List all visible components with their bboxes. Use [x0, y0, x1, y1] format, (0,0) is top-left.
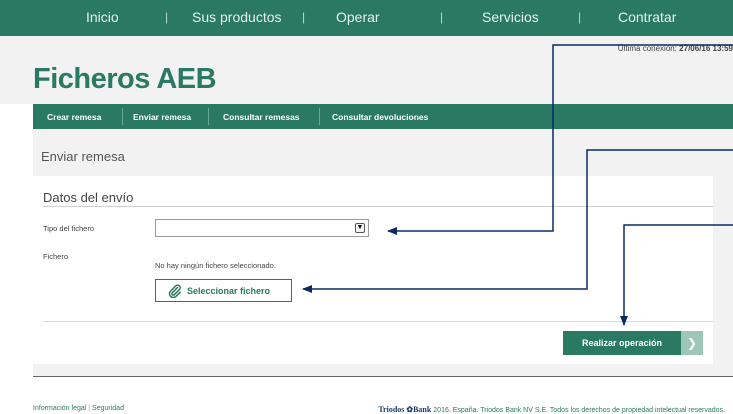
no-file-selected-text: No hay ningún fichero seleccionado. — [155, 261, 276, 270]
nav-item-servicios[interactable]: Servicios — [482, 9, 539, 25]
subnav-divider — [208, 108, 209, 125]
subnav-item-crear-remesa[interactable]: Crear remesa — [47, 112, 101, 122]
footer-copyright: Triodos ✿Bank 2016. España. Triodos Bank… — [378, 405, 725, 414]
select-file-button-label: Seleccionar fichero — [187, 286, 271, 296]
page-logo: Ficheros AEB — [33, 63, 217, 95]
brand-name: Triodos — [378, 405, 405, 414]
nav-item-operar[interactable]: Operar — [336, 9, 380, 25]
nav-separator: | — [165, 10, 169, 24]
footer-links: Información legal | Seguridad — [33, 405, 124, 412]
section-title: Datos del envío — [43, 190, 134, 205]
legal-info-link[interactable]: Información legal — [33, 405, 86, 412]
nav-item-contratar[interactable]: Contratar — [618, 9, 676, 25]
file-type-label: Tipo del fichero — [43, 224, 94, 233]
subnav-divider — [122, 108, 123, 125]
footer-divider — [33, 376, 733, 377]
nav-separator: | — [302, 10, 306, 24]
chevron-right-icon: ❯ — [681, 331, 703, 355]
footer-separator: | — [88, 405, 91, 412]
subnav-divider — [319, 108, 320, 125]
copyright-text: 2016. España. Triodos Bank NV S.E. Todos… — [433, 407, 725, 414]
select-file-button[interactable]: Seleccionar fichero — [155, 279, 292, 302]
top-navigation: Inicio | Sus productos | Operar | Servic… — [0, 0, 733, 36]
form-footer-divider — [43, 321, 713, 322]
sub-navigation: Crear remesa Enviar remesa Consultar rem… — [33, 104, 733, 129]
chevron-down-icon: ▼ — [355, 223, 365, 233]
nav-item-sus-productos[interactable]: Sus productos — [192, 9, 282, 25]
last-connection: Última conexión: 27/06/16 13:59 — [618, 44, 733, 53]
subnav-item-consultar-devoluciones[interactable]: Consultar devoluciones — [332, 112, 428, 122]
triodos-logo: Triodos ✿Bank — [378, 405, 431, 414]
file-type-select[interactable]: ▼ — [155, 219, 369, 237]
file-label: Fichero — [43, 252, 69, 261]
nav-separator: | — [440, 10, 444, 24]
paperclip-icon — [168, 284, 181, 298]
submit-button-label: Realizar operación — [581, 338, 663, 348]
subnav-item-enviar-remesa[interactable]: Enviar remesa — [133, 112, 191, 122]
submit-operation-button[interactable]: Realizar operación ❯ — [563, 331, 703, 355]
security-link[interactable]: Seguridad — [92, 405, 124, 412]
section-divider — [43, 206, 713, 207]
last-connection-value: 27/06/16 13:59 — [679, 44, 733, 53]
nav-item-inicio[interactable]: Inicio — [86, 9, 119, 25]
subnav-item-consultar-remesas[interactable]: Consultar remesas — [223, 112, 300, 122]
brand-bank: Bank — [413, 405, 432, 414]
page-title: Enviar remesa — [41, 149, 125, 164]
last-connection-label: Última conexión: — [617, 44, 677, 53]
nav-separator: | — [578, 10, 582, 24]
submit-button-body: Realizar operación — [563, 331, 681, 355]
